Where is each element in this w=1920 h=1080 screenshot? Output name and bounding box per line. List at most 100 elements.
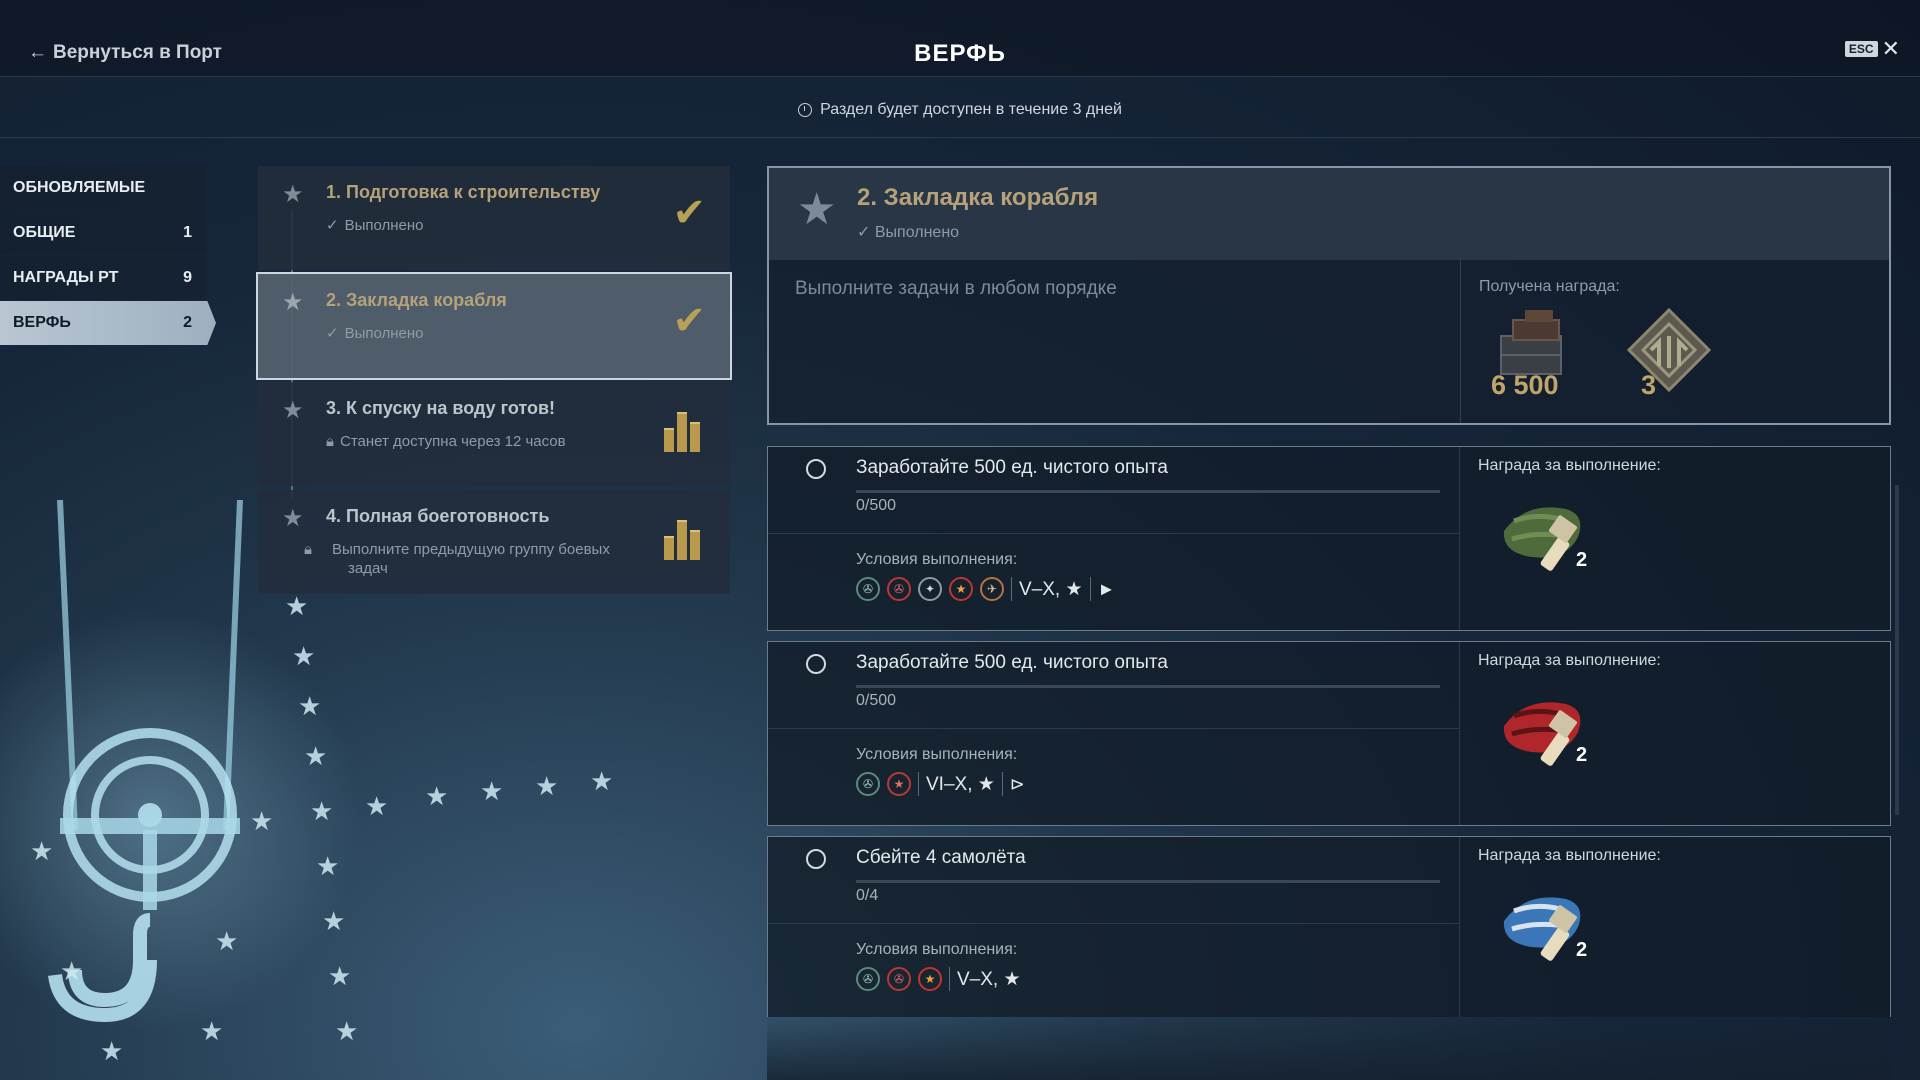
task-conditions: ✇ ★ VI–X, ★ ⊳ — [856, 772, 1025, 796]
detail-stage-status: ✓ Выполнено — [857, 222, 959, 242]
task-list-scrollbar[interactable] — [1895, 485, 1899, 815]
completed-check-icon: ✔ — [672, 299, 706, 343]
stage-status-text: Станет доступна через 12 часов — [339, 433, 566, 450]
task-radio[interactable] — [806, 849, 826, 869]
availability-notice: Раздел будет доступен в течение 3 дней — [0, 82, 1920, 138]
checkmark-icon: ✓ — [326, 325, 339, 342]
shipyard-emblem-icon — [1626, 307, 1712, 393]
nav-item-shipyard[interactable]: ВЕРФЬ 2 — [0, 301, 216, 345]
svg-text:★: ★ — [304, 742, 327, 772]
nav-item-label: ОБНОВЛЯЕМЫЕ — [13, 179, 146, 196]
stage-item-2[interactable]: ★ 2. Закладка корабля ✓ Выполнено ✔ — [256, 272, 732, 380]
nav-item-label: ОБЩИЕ — [13, 224, 76, 241]
task-progress-text: 0/500 — [856, 692, 897, 709]
divider — [918, 772, 919, 796]
stage-detail-panel: ★ 2. Закладка корабля ✓ Выполнено Выполн… — [767, 166, 1891, 425]
divider — [1089, 577, 1091, 601]
divider — [768, 728, 1459, 729]
nation-5-icon: ✈ — [980, 577, 1004, 601]
svg-text:★: ★ — [425, 782, 448, 812]
close-icon: ✕ — [1881, 36, 1900, 61]
nav-item-general[interactable]: ОБЩИЕ 1 — [0, 211, 206, 255]
svg-text:★: ★ — [60, 957, 83, 987]
task-radio[interactable] — [806, 459, 826, 479]
task-card-3: Сбейте 4 самолёта 0/4 Условия выполнения… — [767, 836, 1891, 1017]
svg-text:★: ★ — [322, 907, 345, 937]
task-name: Сбейте 4 самолёта — [856, 847, 1026, 868]
nav-item-count: 2 — [183, 314, 192, 331]
task-progress-bar — [856, 490, 1440, 493]
detail-stage-status-text: Выполнено — [874, 224, 960, 241]
stage-item-1[interactable]: ★ 1. Подготовка к строительству ✓ Выполне… — [258, 166, 730, 270]
divider — [1459, 447, 1460, 630]
task-progress-bar — [856, 685, 1440, 688]
svg-text:★: ★ — [100, 1037, 123, 1067]
nation-2-icon: ✇ — [887, 967, 911, 991]
stage-status: ✓ Выполнено — [326, 324, 626, 343]
ship-type-icon: ⊳ — [1009, 773, 1025, 794]
divider — [768, 923, 1459, 924]
nav-item-count: 9 — [183, 269, 192, 286]
received-reward-label: Получена награда: — [1479, 278, 1620, 295]
stage-detail-body: Выполните задачи в любом порядке Получен… — [769, 260, 1889, 423]
lock-icon: 🔒︎ — [326, 433, 334, 450]
divider — [1459, 642, 1460, 825]
conditions-label: Условия выполнения: — [856, 746, 1018, 763]
order-hint: Выполните задачи в любом порядке — [795, 278, 1117, 299]
stage-name: 2. Закладка корабля — [326, 290, 507, 310]
availability-text: Раздел будет доступен в течение 3 дней — [820, 100, 1122, 118]
stage-name: 3. К спуску на воду готов! — [326, 398, 556, 418]
nation-1-icon: ✇ — [856, 967, 880, 991]
checkmark-icon: ✓ — [326, 217, 339, 234]
ship-type-icon: ► — [1097, 578, 1116, 599]
task-radio[interactable] — [806, 654, 826, 674]
stage-status: ✓ Выполнено — [326, 216, 626, 235]
steel-reward-value: 6 500 — [1491, 370, 1559, 400]
nav-item-updatable[interactable]: ОБНОВЛЯЕМЫЕ — [0, 166, 206, 210]
task-reward-label: Награда за выполнение: — [1478, 652, 1661, 669]
task-conditions: ✇ ✇ ✦ ★ ✈ V–X, ★ ► — [856, 577, 1115, 601]
conditions-label: Условия выполнения: — [856, 941, 1018, 958]
star-icon: ★ — [797, 185, 837, 234]
stage-item-3[interactable]: ★ 3. К спуску на воду готов! 🔒︎ Станет до… — [258, 382, 730, 486]
task-progress-bar — [856, 880, 1440, 883]
divider — [1001, 772, 1003, 796]
nation-3-icon: ★ — [918, 967, 942, 991]
stage-status-text: Выполнено — [344, 217, 424, 234]
nav-item-pt-rewards[interactable]: НАГРАДЫ РТ 9 — [0, 256, 206, 300]
task-name: Заработайте 500 ед. чистого опыта — [856, 652, 1168, 673]
conditions-label: Условия выполнения: — [856, 551, 1018, 568]
star-icon: ★ — [282, 181, 304, 208]
nav-item-label: ВЕРФЬ — [13, 314, 71, 331]
nav-item-label: НАГРАДЫ РТ — [13, 269, 119, 286]
star-icon: ★ — [282, 289, 304, 316]
nav-item-count: 1 — [183, 224, 192, 241]
stage-status: 🔒︎ Станет доступна через 12 часов — [326, 432, 626, 451]
svg-text:★: ★ — [30, 837, 53, 867]
clock-icon — [798, 102, 813, 117]
divider — [949, 967, 950, 991]
task-reward-label: Награда за выполнение: — [1478, 847, 1661, 864]
steel-reward: 6 500 — [1491, 306, 1591, 406]
svg-text:★: ★ — [250, 807, 273, 837]
stage-item-4[interactable]: ★ 4. Полная боеготовность 🔒︎ Выполните пр… — [258, 490, 730, 594]
stage-list: ★ 1. Подготовка к строительству ✓ Выполне… — [256, 166, 732, 598]
list-bottom-fade — [767, 1017, 1891, 1080]
divider — [1460, 260, 1461, 423]
stage-status-text: Выполните предыдущую группу боевых задач — [332, 541, 610, 577]
nation-1-icon: ✇ — [856, 772, 880, 796]
checkmark-icon: ✓ — [857, 224, 875, 241]
nation-2-icon: ✇ — [887, 577, 911, 601]
category-nav: ОБНОВЛЯЕМЫЕ ОБЩИЕ 1 НАГРАДЫ РТ 9 ВЕРФЬ 2 — [0, 166, 216, 346]
task-name: Заработайте 500 ед. чистого опыта — [856, 457, 1168, 478]
nation-4-icon: ★ — [949, 577, 973, 601]
stage-detail-header: ★ 2. Закладка корабля ✓ Выполнено — [769, 168, 1889, 260]
divider — [768, 533, 1459, 534]
task-tiers: VI–X, ★ — [926, 773, 995, 795]
close-button[interactable]: ESC ✕ — [1844, 36, 1900, 61]
svg-text:★: ★ — [310, 797, 333, 827]
task-reward-count: 2 — [1576, 549, 1588, 571]
task-tiers: V–X, ★ — [1019, 578, 1083, 600]
svg-text:★: ★ — [590, 767, 613, 797]
stage-status: 🔒︎ Выполните предыдущую группу боевых зад… — [304, 541, 610, 577]
